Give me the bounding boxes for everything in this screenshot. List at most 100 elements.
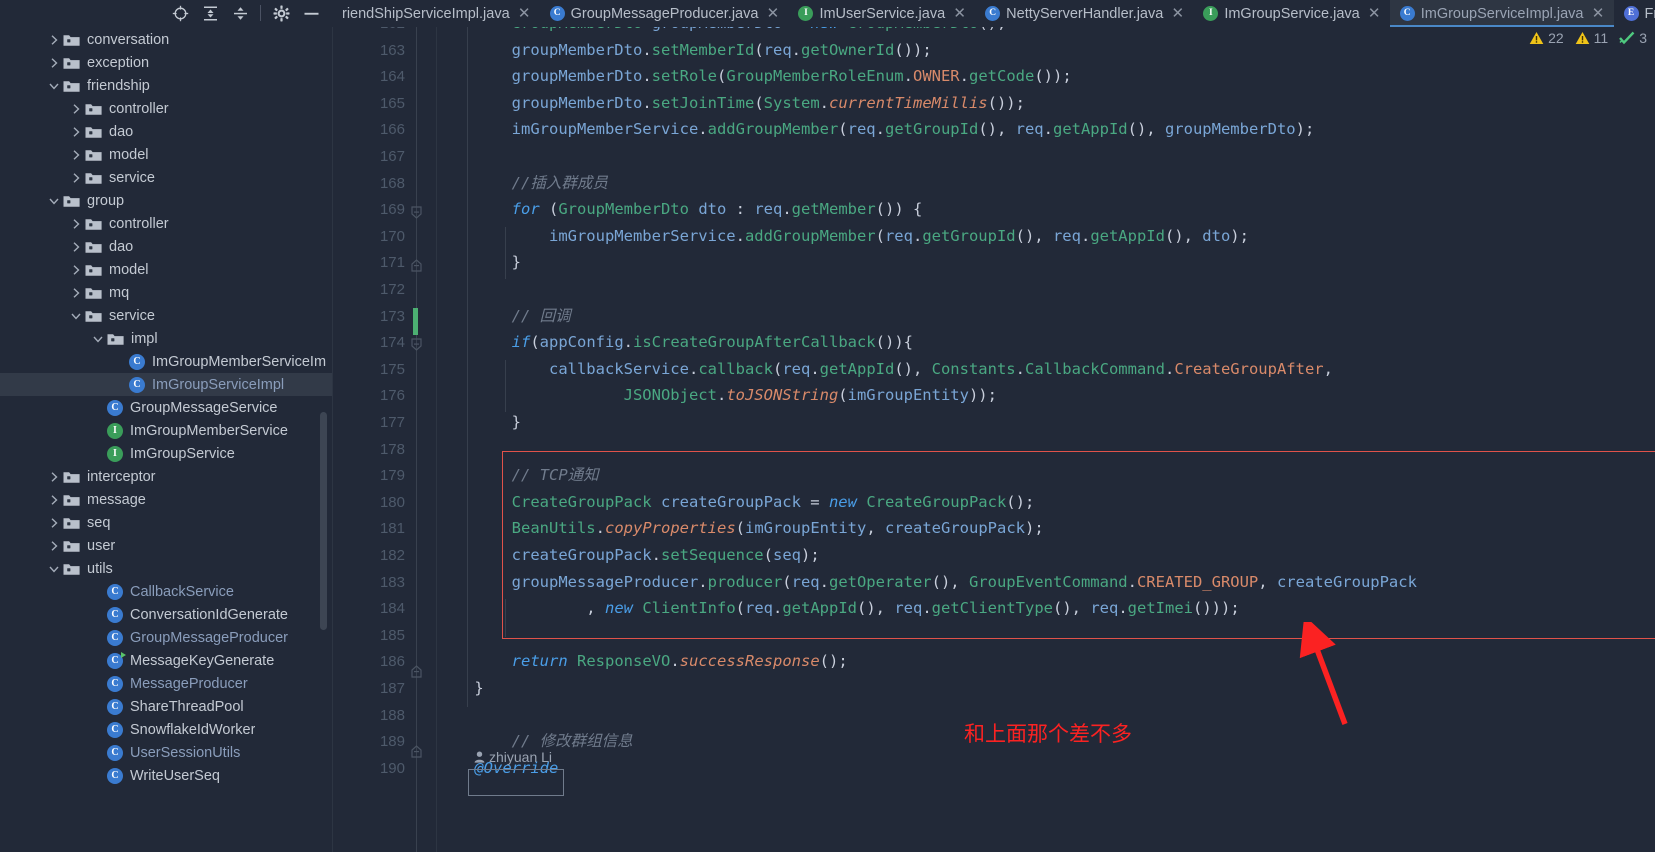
code-line[interactable]: groupMemberDto.setMemberId(req.getOwnerI…	[437, 37, 932, 64]
tree-row[interactable]: impl	[0, 327, 332, 350]
code-line[interactable]: if(appConfig.isCreateGroupAfterCallback(…	[437, 329, 913, 356]
close-icon[interactable]: ✕	[1368, 6, 1381, 21]
tree-row[interactable]: seq	[0, 511, 332, 534]
tree-row[interactable]: I ImGroupMemberService	[0, 419, 332, 442]
tree-row[interactable]: dao	[0, 235, 332, 258]
chevron-right-icon[interactable]	[47, 539, 61, 553]
inspection-widget[interactable]: 22 11 3	[1529, 30, 1647, 46]
close-icon[interactable]: ✕	[1592, 6, 1605, 21]
code-line[interactable]: return ResponseVO.successResponse();	[437, 648, 848, 675]
chevron-right-icon[interactable]	[69, 263, 83, 277]
chevron-right-icon[interactable]	[47, 33, 61, 47]
tree-row[interactable]: C MessageKeyGenerate	[0, 649, 332, 672]
project-panel-scrollbar[interactable]	[320, 412, 327, 630]
code-line[interactable]: , new ClientInfo(req.getAppId(), req.get…	[437, 595, 1239, 622]
inspection-item[interactable]: 11	[1575, 30, 1608, 46]
tree-row[interactable]: conversation	[0, 28, 332, 51]
locate-icon[interactable]	[165, 1, 195, 25]
chevron-right-icon[interactable]	[69, 217, 83, 231]
fold-marker-collapse[interactable]	[409, 205, 424, 220]
tree-row[interactable]: service	[0, 304, 332, 327]
code-line[interactable]: callbackService.callback(req.getAppId(),…	[437, 356, 1333, 383]
code-line[interactable]: }	[437, 675, 483, 702]
code-line[interactable]: CreateGroupPack createGroupPack = new Cr…	[437, 489, 1035, 516]
tree-row[interactable]: interceptor	[0, 465, 332, 488]
code-line[interactable]: imGroupMemberService.addGroupMember(req.…	[437, 223, 1249, 250]
vcs-change-marker[interactable]	[413, 308, 418, 335]
hide-panel-icon[interactable]	[296, 1, 326, 25]
code-line[interactable]: // TCP通知	[437, 462, 599, 489]
chevron-right-icon[interactable]	[47, 470, 61, 484]
code-line[interactable]: GroupMemberDto groupMemberDto = new Grou…	[437, 27, 1007, 37]
tree-row[interactable]: model	[0, 258, 332, 281]
tree-row[interactable]: C ConversationIdGenerate	[0, 603, 332, 626]
chevron-right-icon[interactable]	[69, 125, 83, 139]
code-area[interactable]: 162 163 164 165 166 167 168 169 170 171 172 173 174 1…	[332, 27, 1655, 852]
close-icon[interactable]: ✕	[1171, 6, 1185, 21]
chevron-right-icon[interactable]	[69, 148, 83, 162]
tree-row[interactable]: C GroupMessageService	[0, 396, 332, 419]
tree-row[interactable]: service	[0, 166, 332, 189]
tree-row[interactable]: C ImGroupMemberServiceIm	[0, 350, 332, 373]
code-line[interactable]: // 回调	[437, 303, 571, 330]
tree-row[interactable]: C GroupMessageProducer	[0, 626, 332, 649]
tree-row[interactable]: C SnowflakeIdWorker	[0, 718, 332, 741]
code-line[interactable]: }	[437, 249, 521, 276]
code-line[interactable]: for (GroupMemberDto dto : req.getMember(…	[437, 196, 923, 223]
code-line[interactable]: imGroupMemberService.addGroupMember(req.…	[437, 116, 1315, 143]
chevron-right-icon[interactable]	[69, 102, 83, 116]
close-icon[interactable]: ✕	[953, 6, 966, 21]
tree-row[interactable]: I ImGroupService	[0, 442, 332, 465]
code-line[interactable]: //插入群成员	[437, 170, 608, 197]
fold-marker-collapse-2[interactable]	[409, 337, 424, 352]
tree-row[interactable]: dao	[0, 120, 332, 143]
code-line[interactable]: BeanUtils.copyProperties(imGroupEntity, …	[437, 515, 1044, 542]
tree-row[interactable]: message	[0, 488, 332, 511]
code-line[interactable]: createGroupPack.setSequence(seq);	[437, 542, 820, 569]
editor-tab[interactable]: I ImGroupService.java ✕	[1193, 0, 1389, 27]
chevron-right-icon[interactable]	[47, 56, 61, 70]
chevron-right-icon[interactable]	[47, 493, 61, 507]
code-line[interactable]: groupMessageProducer.producer(req.getOpe…	[437, 569, 1417, 596]
chevron-down-icon[interactable]	[47, 79, 61, 93]
tree-row[interactable]: C MessageProducer	[0, 672, 332, 695]
inspection-item[interactable]: 22	[1529, 30, 1564, 46]
tree-row[interactable]: C ImGroupServiceImpl	[0, 373, 332, 396]
editor-tab[interactable]: E Frien	[1614, 0, 1655, 27]
chevron-right-icon[interactable]	[69, 171, 83, 185]
gear-icon[interactable]	[266, 1, 296, 25]
close-icon[interactable]: ✕	[766, 6, 780, 21]
chevron-down-icon[interactable]	[91, 332, 105, 346]
tree-row[interactable]: exception	[0, 51, 332, 74]
code-line[interactable]: JSONObject.toJSONString(imGroupEntity));	[437, 382, 997, 409]
tree-row[interactable]: friendship	[0, 74, 332, 97]
editor-tab[interactable]: C GroupMessageProducer.java ✕	[540, 0, 789, 27]
chevron-down-icon[interactable]	[69, 309, 83, 323]
tree-row[interactable]: user	[0, 534, 332, 557]
fold-marker-expand[interactable]	[409, 258, 424, 273]
inspection-item[interactable]: 3	[1619, 30, 1647, 46]
tree-row[interactable]: C UserSessionUtils	[0, 741, 332, 764]
fold-marker-expand-3[interactable]	[409, 744, 424, 759]
code-line[interactable]: groupMemberDto.setRole(GroupMemberRoleEn…	[437, 63, 1072, 90]
chevron-right-icon[interactable]	[47, 516, 61, 530]
code-line[interactable]: groupMemberDto.setJoinTime(System.curren…	[437, 90, 1025, 117]
tree-row[interactable]: C ShareThreadPool	[0, 695, 332, 718]
chevron-right-icon[interactable]	[69, 286, 83, 300]
collapse-all-icon[interactable]	[225, 1, 255, 25]
tree-row[interactable]: mq	[0, 281, 332, 304]
chevron-down-icon[interactable]	[47, 194, 61, 208]
editor-tab[interactable]: riendShipServiceImpl.java ✕	[332, 0, 540, 27]
code-line[interactable]: }	[437, 409, 521, 436]
editor-gutter[interactable]: 162 163 164 165 166 167 168 169 170 171 172 173 174 1…	[332, 27, 437, 852]
tree-row[interactable]: C CallbackService	[0, 580, 332, 603]
chevron-right-icon[interactable]	[69, 240, 83, 254]
tree-row[interactable]: C WriteUserSeq	[0, 764, 332, 787]
editor-tab[interactable]: I ImUserService.java ✕	[788, 0, 975, 27]
editor-tab[interactable]: C NettyServerHandler.java ✕	[975, 0, 1193, 27]
chevron-down-icon[interactable]	[47, 562, 61, 576]
expand-all-icon[interactable]	[195, 1, 225, 25]
tree-row[interactable]: utils	[0, 557, 332, 580]
close-icon[interactable]: ✕	[518, 6, 531, 21]
tree-row[interactable]: group	[0, 189, 332, 212]
